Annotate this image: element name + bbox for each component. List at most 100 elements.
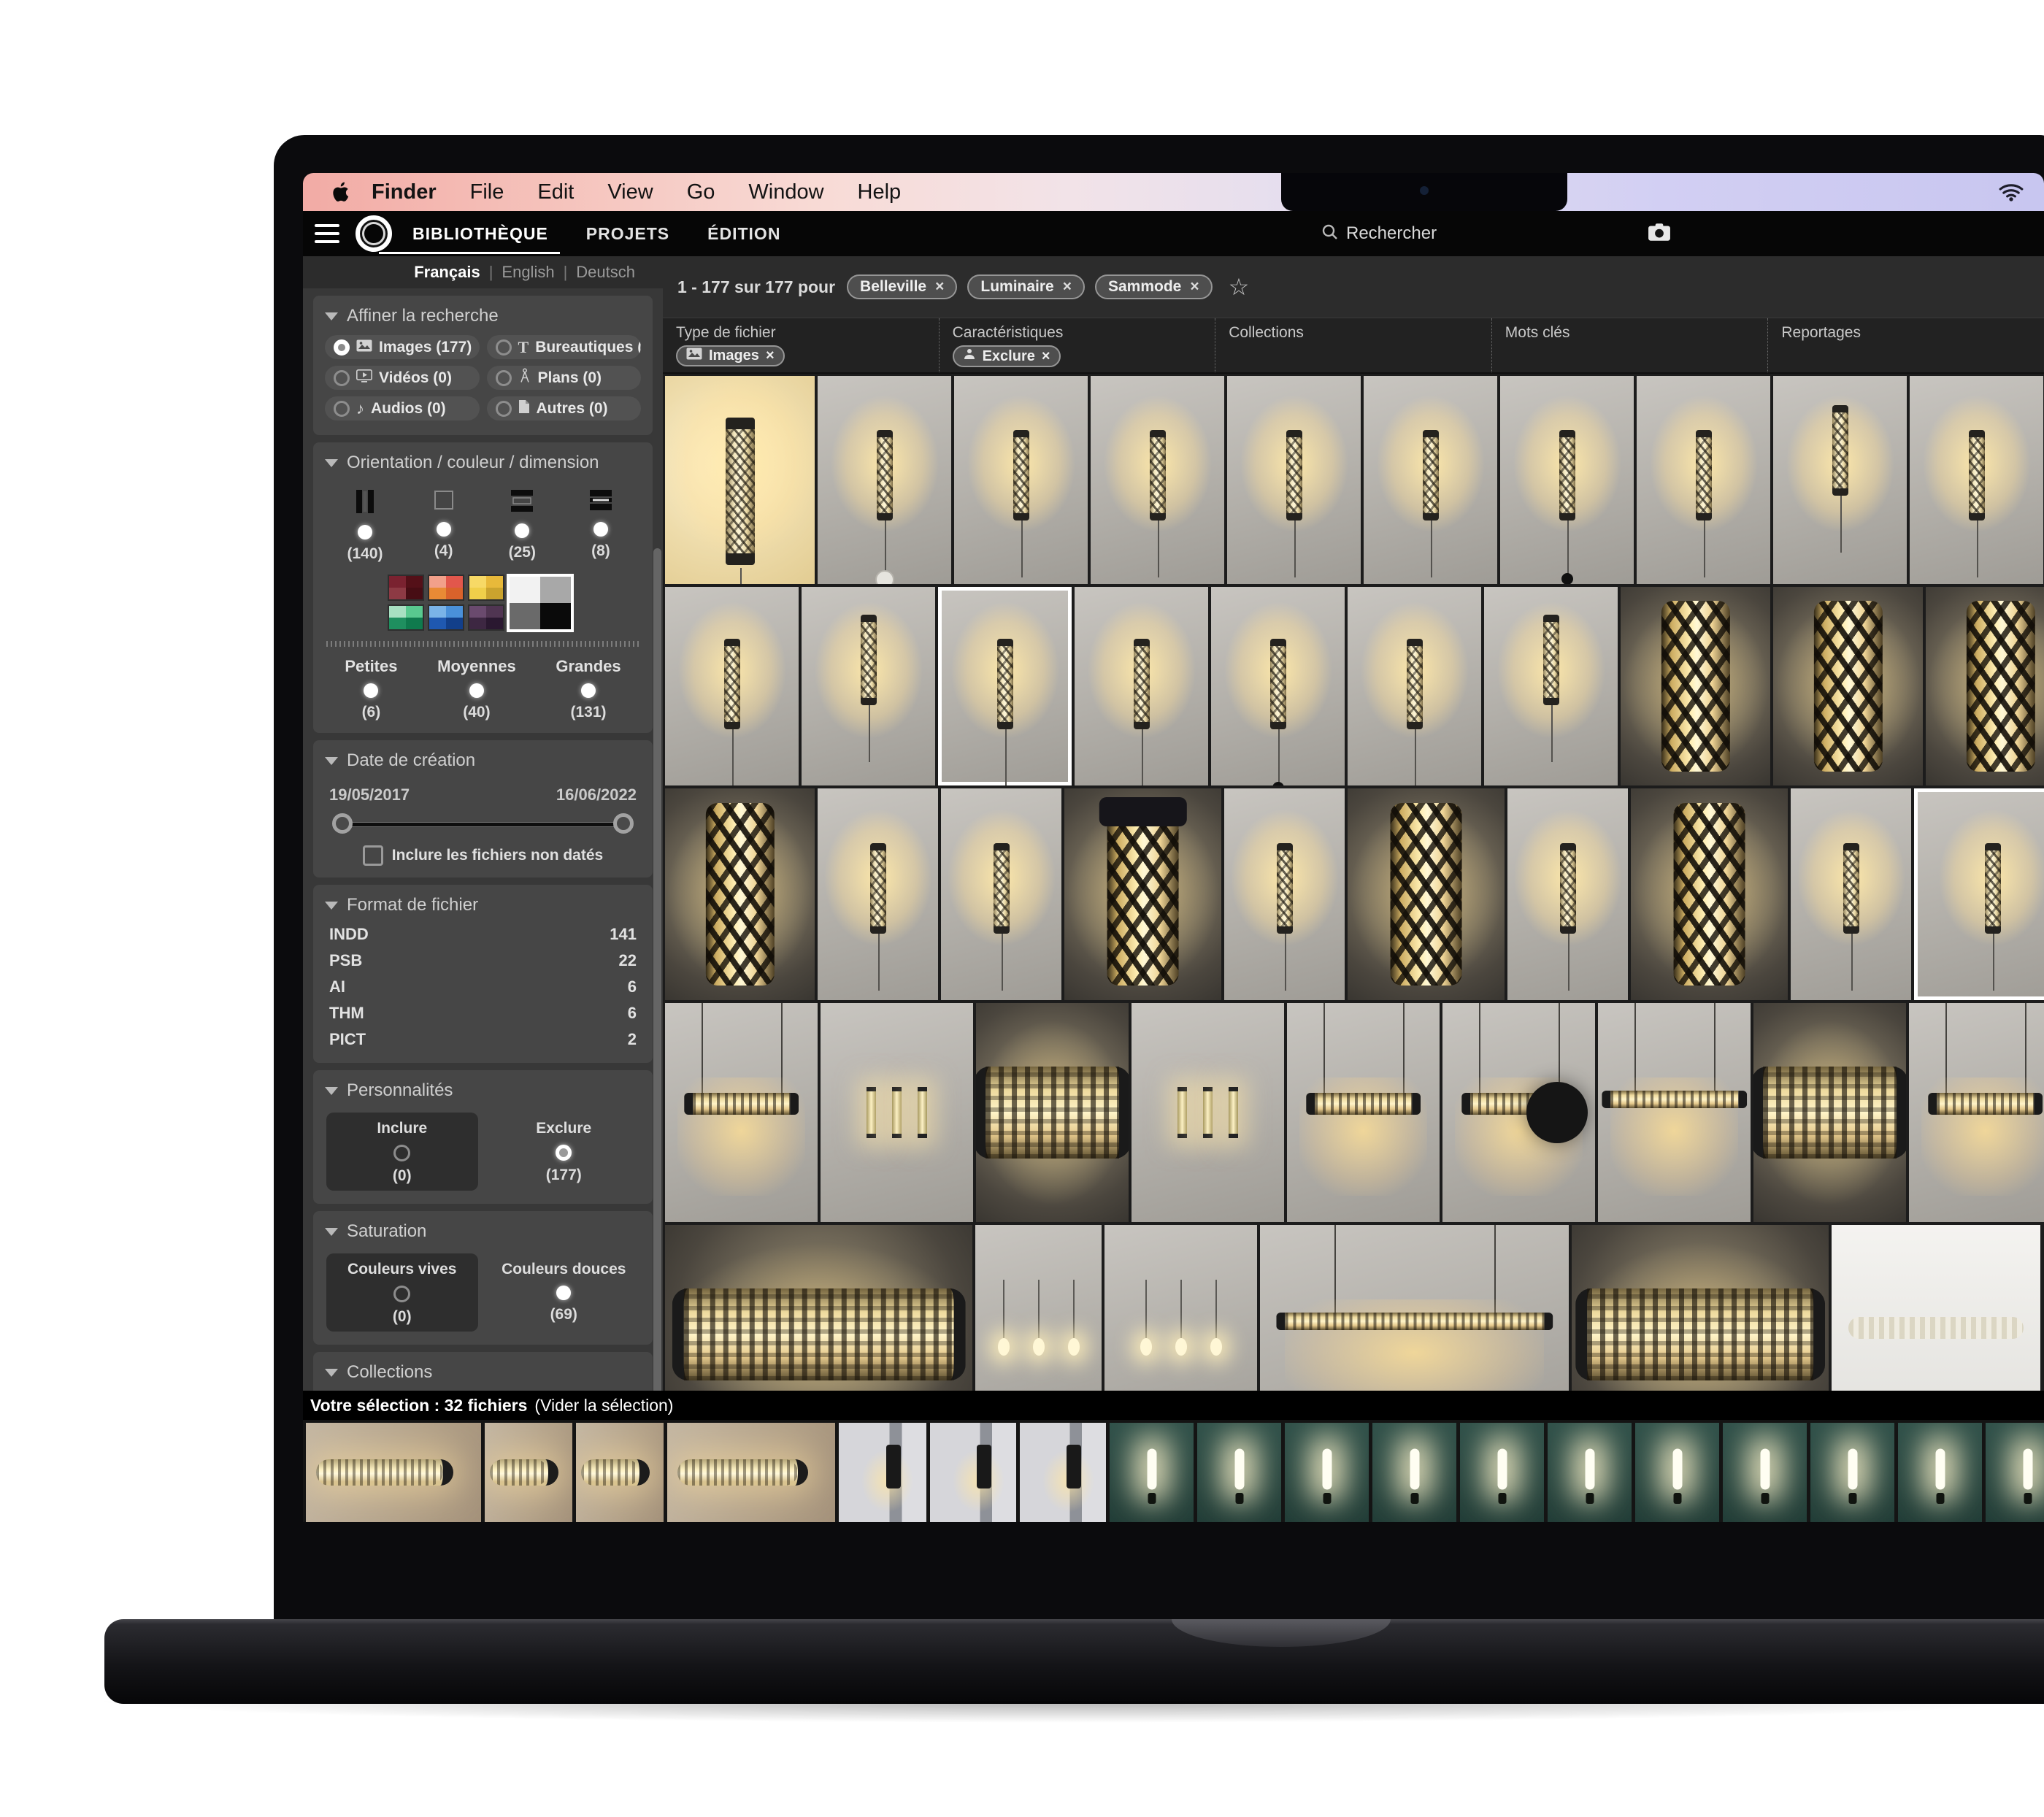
orientation-option[interactable]: (4) <box>411 489 477 563</box>
selection-thumbnail[interactable] <box>839 1423 926 1522</box>
image-tile[interactable] <box>1773 376 1907 584</box>
column-chip-images[interactable]: Images × <box>676 345 785 366</box>
camera-search-button[interactable] <box>1648 223 1671 245</box>
file-format-row[interactable]: PICT2 <box>325 1026 641 1053</box>
remove-chip-icon[interactable]: × <box>1042 348 1050 365</box>
filter-chip-belleville[interactable]: Belleville × <box>847 274 957 299</box>
image-tile[interactable] <box>665 587 799 785</box>
file-format-row[interactable]: AI6 <box>325 974 641 1000</box>
image-tile[interactable] <box>1926 587 2044 785</box>
filter-chip-luminaire[interactable]: Luminaire × <box>967 274 1085 299</box>
refine-search-header[interactable]: Affiner la recherche <box>325 303 641 332</box>
remove-chip-icon[interactable]: × <box>766 347 775 364</box>
selection-thumbnail[interactable] <box>1810 1423 1894 1522</box>
color-swatch[interactable] <box>469 606 503 629</box>
image-tile[interactable] <box>665 788 815 1000</box>
image-tile[interactable] <box>665 1225 972 1391</box>
remove-chip-icon[interactable]: × <box>1063 278 1072 296</box>
orientation-option[interactable]: (140) <box>332 489 398 563</box>
saturation-soft-option[interactable]: Couleurs douces (69) <box>488 1253 640 1332</box>
image-tile-selected[interactable] <box>938 587 1072 785</box>
column-chip-exclure[interactable]: Exclure × <box>953 345 1061 367</box>
collection-row[interactable]: Reprise135 <box>325 1388 641 1391</box>
image-tile[interactable] <box>1832 1225 2040 1391</box>
selection-thumbnail[interactable] <box>1020 1423 1106 1522</box>
image-tile[interactable] <box>1260 1225 1569 1391</box>
selection-thumbnail[interactable] <box>1110 1423 1194 1522</box>
media-type-autres[interactable]: Autres (0) <box>487 396 642 420</box>
menu-item-finder[interactable]: Finder <box>372 180 437 204</box>
color-swatch[interactable] <box>469 576 503 599</box>
selection-thumbnail[interactable] <box>1548 1423 1632 1522</box>
menu-item-window[interactable]: Window <box>748 180 823 204</box>
image-tile[interactable] <box>975 1225 1102 1391</box>
tab-projets[interactable]: PROJETS <box>586 211 669 256</box>
menu-item-view[interactable]: View <box>607 180 653 204</box>
orientation-header[interactable]: Orientation / couleur / dimension <box>325 450 641 479</box>
image-tile[interactable] <box>1507 788 1628 1000</box>
image-tile[interactable] <box>1753 1003 1906 1222</box>
image-tile[interactable] <box>821 1003 973 1222</box>
language-english[interactable]: English <box>502 263 554 282</box>
image-tile[interactable] <box>1348 587 1481 785</box>
image-tile[interactable] <box>1791 788 1911 1000</box>
personalities-exclude-option[interactable]: Exclure (177) <box>488 1113 640 1191</box>
image-tile[interactable] <box>1091 376 1224 584</box>
menu-item-go[interactable]: Go <box>687 180 715 204</box>
image-tile[interactable] <box>818 376 951 584</box>
wifi-icon[interactable] <box>1999 182 2024 208</box>
media-type-images[interactable]: Images (177) <box>325 335 480 359</box>
menu-item-file[interactable]: File <box>470 180 504 204</box>
media-type-vidéos[interactable]: Vidéos (0) <box>325 366 480 390</box>
filter-chip-sammode[interactable]: Sammode × <box>1095 274 1213 299</box>
tab-bibliothèque[interactable]: BIBLIOTHÈQUE <box>412 211 548 256</box>
image-tile[interactable] <box>1132 1003 1284 1222</box>
image-tile[interactable] <box>1631 788 1788 1000</box>
image-tile[interactable] <box>976 1003 1129 1222</box>
slider-handle-start[interactable] <box>332 813 353 834</box>
remove-chip-icon[interactable]: × <box>935 278 944 296</box>
image-tile[interactable] <box>954 376 1088 584</box>
size-slider-ticks[interactable] <box>326 641 639 647</box>
star-icon[interactable]: ☆ <box>1229 273 1250 301</box>
sidebar-scrollbar[interactable] <box>653 548 661 1391</box>
image-tile[interactable] <box>1910 376 2043 584</box>
size-option-grandes[interactable]: Grandes (131) <box>556 657 620 721</box>
apple-icon[interactable] <box>332 181 351 203</box>
file-format-row[interactable]: INDD141 <box>325 921 641 948</box>
size-option-moyennes[interactable]: Moyennes (40) <box>437 657 516 721</box>
selection-thumbnail[interactable] <box>1285 1423 1369 1522</box>
personalities-header[interactable]: Personnalités <box>325 1077 641 1107</box>
selection-thumbnail[interactable] <box>576 1423 664 1522</box>
selection-thumbnail[interactable] <box>1635 1423 1719 1522</box>
orientation-option[interactable]: (8) <box>568 489 634 563</box>
color-swatch[interactable] <box>429 576 463 599</box>
search-input[interactable]: Rechercher <box>1321 223 1437 245</box>
selection-thumbnail[interactable] <box>1197 1423 1281 1522</box>
saturation-header[interactable]: Saturation <box>325 1218 641 1248</box>
media-type-bureautiques[interactable]: T Bureautiques (0) <box>487 335 642 359</box>
date-range-slider[interactable] <box>332 812 634 837</box>
image-tile[interactable] <box>802 587 935 785</box>
collections-header[interactable]: Collections <box>325 1359 641 1388</box>
language-français[interactable]: Français <box>414 263 480 282</box>
selection-thumbnail[interactable] <box>306 1423 481 1522</box>
selection-thumbnail[interactable] <box>485 1423 572 1522</box>
media-type-plans[interactable]: Plans (0) <box>487 366 642 390</box>
image-tile[interactable] <box>665 376 815 584</box>
color-swatch[interactable] <box>389 606 423 629</box>
image-tile[interactable] <box>1621 587 1770 785</box>
image-tile[interactable] <box>1637 376 1770 584</box>
orientation-option[interactable]: (25) <box>489 489 555 563</box>
selection-thumbnail[interactable] <box>1898 1423 1982 1522</box>
image-tile[interactable] <box>1064 788 1221 1000</box>
image-tile[interactable] <box>818 788 938 1000</box>
image-tile[interactable] <box>1484 587 1618 785</box>
include-undated-checkbox[interactable] <box>363 845 383 866</box>
selection-thumbnail[interactable] <box>1986 1423 2044 1522</box>
selection-thumbnail[interactable] <box>1723 1423 1807 1522</box>
image-tile-selected[interactable] <box>1914 788 2044 1000</box>
personalities-include-option[interactable]: Inclure (0) <box>326 1113 478 1191</box>
saturation-vivid-option[interactable]: Couleurs vives (0) <box>326 1253 478 1332</box>
menu-item-help[interactable]: Help <box>858 180 902 204</box>
